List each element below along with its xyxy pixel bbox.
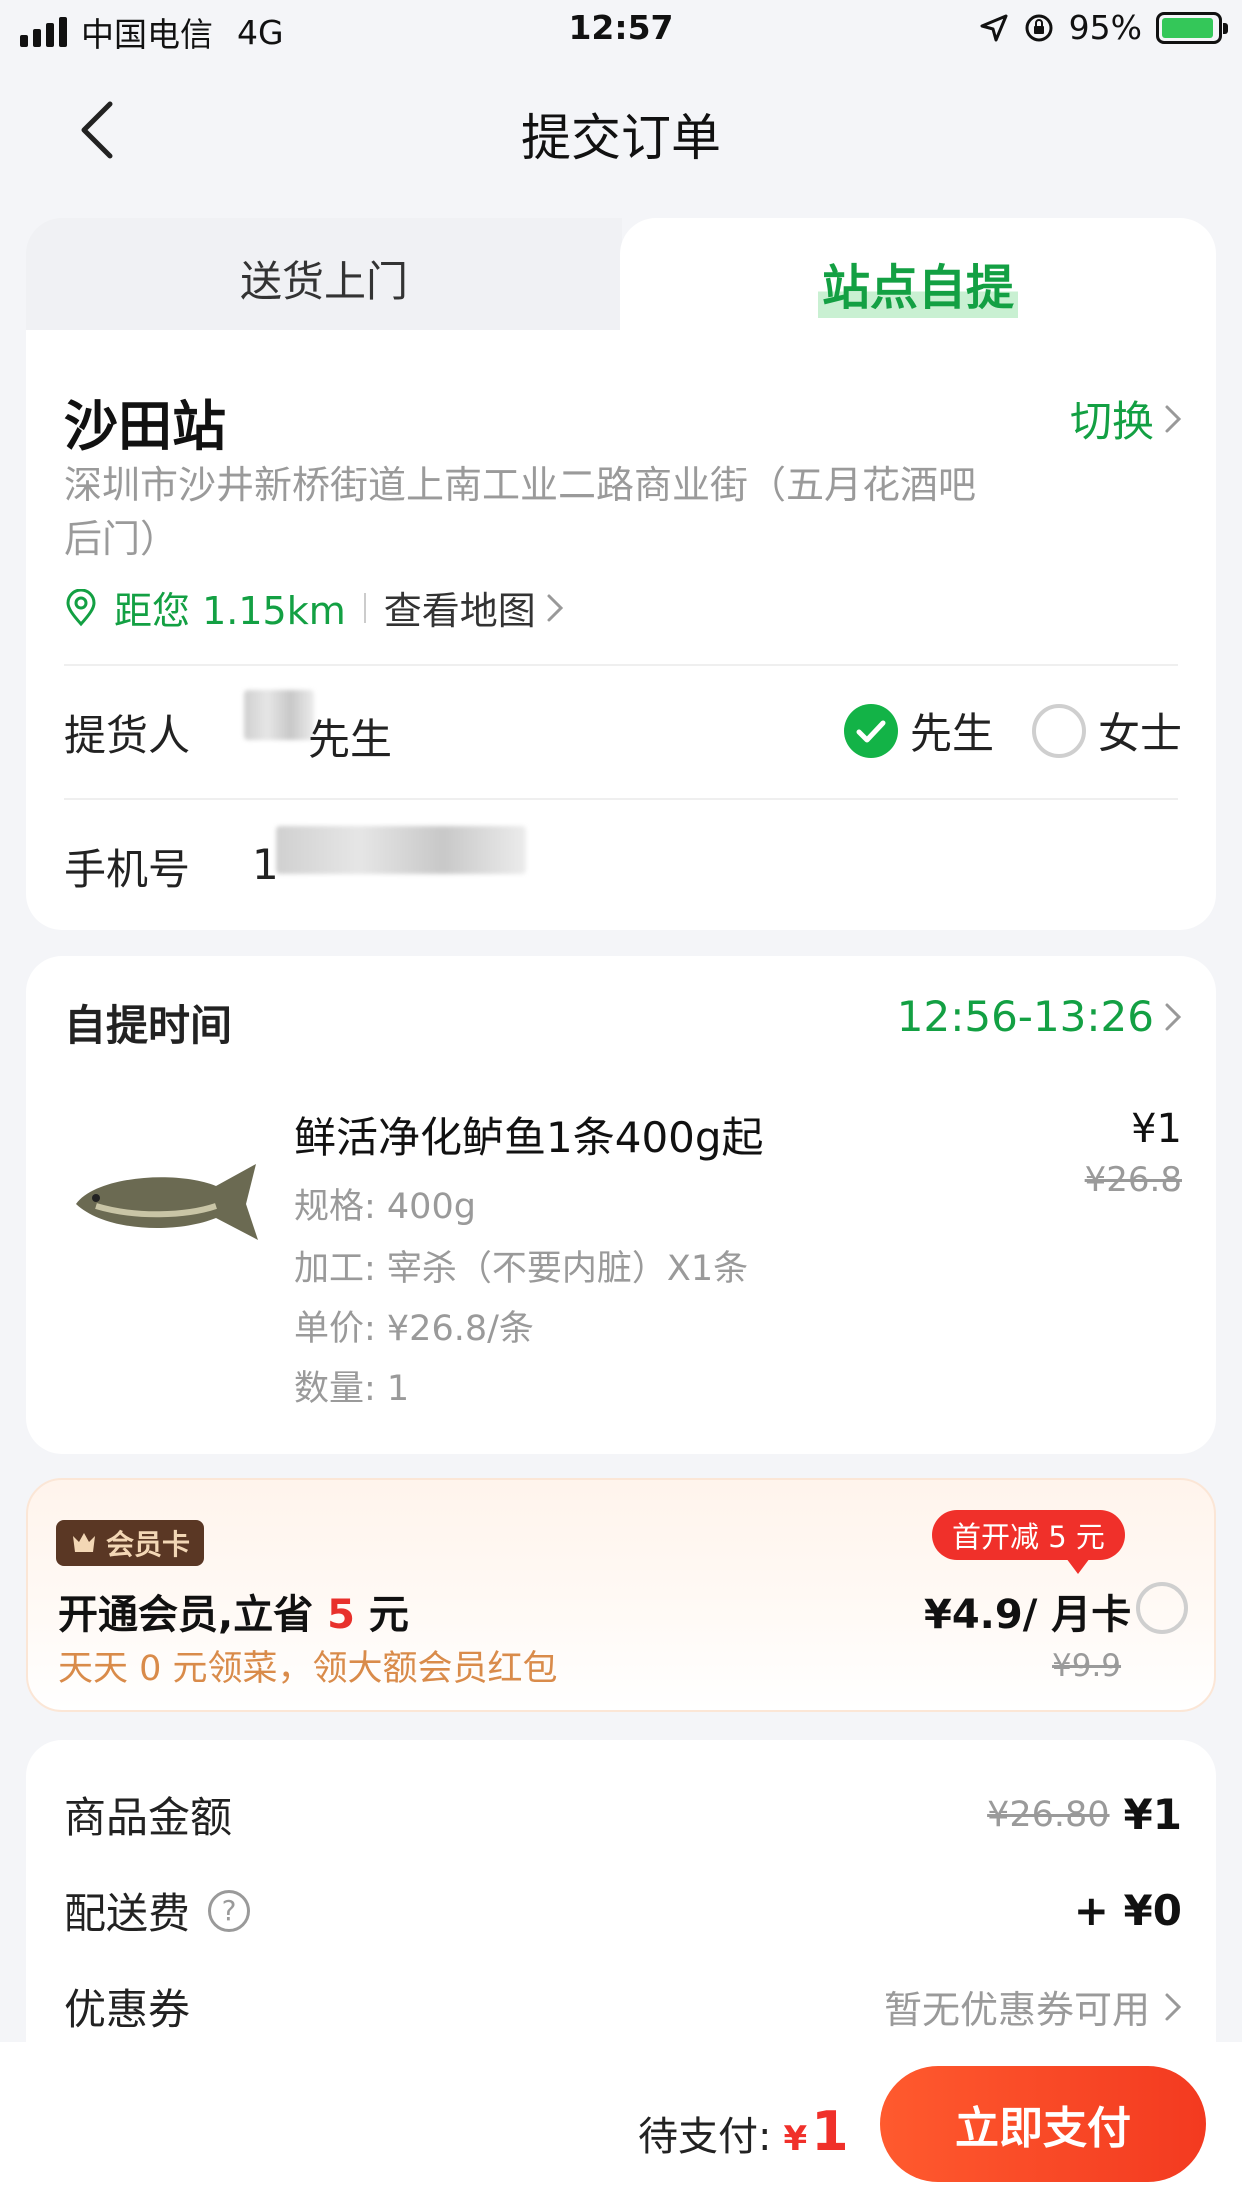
member-title-prefix: 开通会员,立省 (58, 1592, 328, 1638)
crown-icon (73, 1533, 95, 1552)
to-pay-label: 待支付: (638, 2114, 772, 2160)
switch-label: 切换 (1069, 397, 1154, 446)
pickup-time-card: 自提时间 12:56-13:26 鲜活净化鲈鱼1条400g起 规格: 400g … (26, 956, 1216, 1454)
pickup-person-name[interactable]: 先生 (308, 706, 392, 767)
view-map-link[interactable]: 查看地图 (384, 580, 536, 635)
pickup-station-card: 沙田站 切换 深圳市沙井新桥街道上南工业二路商业街（五月花酒吧后门） 距您 1.… (26, 330, 1216, 930)
delivery-fee-label-group: 配送费 ? (64, 1880, 251, 1941)
status-right: 95% (979, 8, 1228, 47)
switch-station-button[interactable]: 切换 (1070, 388, 1182, 449)
badge-label: 会员卡 (106, 1528, 191, 1561)
product-original-price: ¥26.8 (1084, 1160, 1182, 1200)
pickup-time-selector[interactable]: 12:56-13:26 (897, 992, 1182, 1041)
member-subtitle: 天天 0 元领菜，领大额会员红包 (58, 1649, 558, 1689)
redacted-name (244, 690, 314, 740)
chevron-right-icon (1165, 405, 1182, 432)
coupon-label: 优惠券 (64, 1985, 191, 2034)
radio-label: 先生 (909, 709, 994, 758)
help-icon[interactable]: ? (208, 1889, 251, 1932)
product-unit-price: 单价: ¥26.8/条 (294, 1309, 534, 1349)
radio-label: 女士 (1097, 709, 1182, 758)
page-title: 提交订单 (521, 109, 721, 167)
delivery-fee-amount: + ¥0 (1073, 1886, 1182, 1935)
goods-original: ¥26.80 (987, 1794, 1110, 1835)
gender-radio-group: 先生 女士 (806, 700, 1182, 761)
distance-row: 距您 1.15km 查看地图 (64, 580, 564, 635)
goods-amount-row: 商品金额 ¥26.80 ¥1 (64, 1784, 1182, 1845)
goods-amount-values: ¥26.80 ¥1 (987, 1790, 1182, 1839)
location-arrow-icon (980, 14, 1008, 41)
battery-icon (1156, 11, 1228, 44)
product-name: 鲜活净化鲈鱼1条400g起 (294, 1113, 764, 1162)
phone-prefix[interactable]: 1 (252, 840, 279, 889)
member-offer-card[interactable]: 会员卡 开通会员,立省 5 元 天天 0 元领菜，领大额会员红包 首开减 5 元… (26, 1478, 1216, 1712)
pickup-person-label: 提货人 (64, 711, 191, 760)
tab-home-delivery[interactable]: 送货上门 (26, 218, 622, 338)
member-badge: 会员卡 (56, 1520, 205, 1566)
location-pin-icon (66, 588, 96, 626)
delivery-fee-row: 配送费 ? + ¥0 (64, 1880, 1182, 1941)
member-title-amount: 5 (327, 1592, 355, 1638)
battery-percent: 95% (1068, 8, 1142, 47)
pickup-time-label: 自提时间 (64, 1001, 233, 1050)
product-process: 加工: 宰杀（不要内脏）X1条 (294, 1249, 749, 1289)
member-original-price: ¥9.9 (1052, 1648, 1122, 1684)
product-quantity: 数量: 1 (294, 1369, 410, 1409)
tab-label: 送货上门 (239, 256, 408, 306)
empty-circle-icon (1031, 703, 1086, 758)
goods-amount-label: 商品金额 (64, 1793, 233, 1842)
member-select-radio[interactable] (1136, 1582, 1188, 1634)
pay-now-button[interactable]: 立即支付 (880, 2066, 1206, 2182)
chevron-right-icon (1165, 1993, 1182, 2020)
redacted-phone (276, 826, 526, 874)
currency-symbol: ¥ (783, 2119, 808, 2159)
pickup-time-value: 12:56-13:26 (896, 992, 1154, 1041)
promo-tag: 首开减 5 元 (932, 1510, 1125, 1574)
station-address: 深圳市沙井新桥街道上南工业二路商业街（五月花酒吧后门） (64, 463, 977, 561)
tab-station-pickup[interactable]: 站点自提 (620, 218, 1216, 348)
tab-label: 站点自提 (817, 248, 1018, 318)
product-spec: 规格: 400g (294, 1187, 476, 1227)
radio-mr[interactable]: 先生 (843, 700, 994, 761)
check-circle-icon (843, 703, 898, 758)
status-bar: 中国电信 4G 12:57 95% (0, 0, 1242, 62)
chevron-right-icon (547, 594, 563, 621)
product-price: ¥1 (1131, 1106, 1182, 1152)
member-price: ¥4.9/ 月卡 (924, 1592, 1132, 1638)
rotation-lock-icon (1025, 14, 1053, 41)
chevron-right-icon (1165, 1003, 1182, 1030)
to-pay-total: 待支付: ¥ 1 (638, 2100, 849, 2163)
delivery-fee-label: 配送费 (64, 1889, 191, 1938)
product-image (76, 1164, 258, 1240)
divider (64, 664, 1178, 666)
to-pay-amount: 1 (811, 2100, 849, 2163)
phone-label: 手机号 (64, 845, 191, 894)
coupon-values: 暂无优惠券可用 (884, 1979, 1182, 2034)
delivery-tabs: 送货上门 站点自提 (26, 218, 1216, 348)
member-title: 开通会员,立省 5 元 (58, 1582, 409, 1640)
member-title-suffix: 元 (354, 1592, 409, 1638)
divider (64, 798, 1178, 800)
coupon-status: 暂无优惠券可用 (883, 1988, 1150, 2032)
distance-text: 距您 1.15km (114, 589, 346, 633)
coupon-row[interactable]: 优惠券 暂无优惠券可用 (64, 1976, 1182, 2037)
checkout-bar: 待支付: ¥ 1 立即支付 (0, 2042, 1242, 2208)
goods-amount: ¥1 (1123, 1790, 1182, 1839)
nav-bar: 提交订单 (0, 78, 1242, 174)
separator (363, 592, 366, 623)
radio-ms[interactable]: 女士 (1031, 700, 1182, 761)
station-name: 沙田站 (64, 395, 226, 458)
